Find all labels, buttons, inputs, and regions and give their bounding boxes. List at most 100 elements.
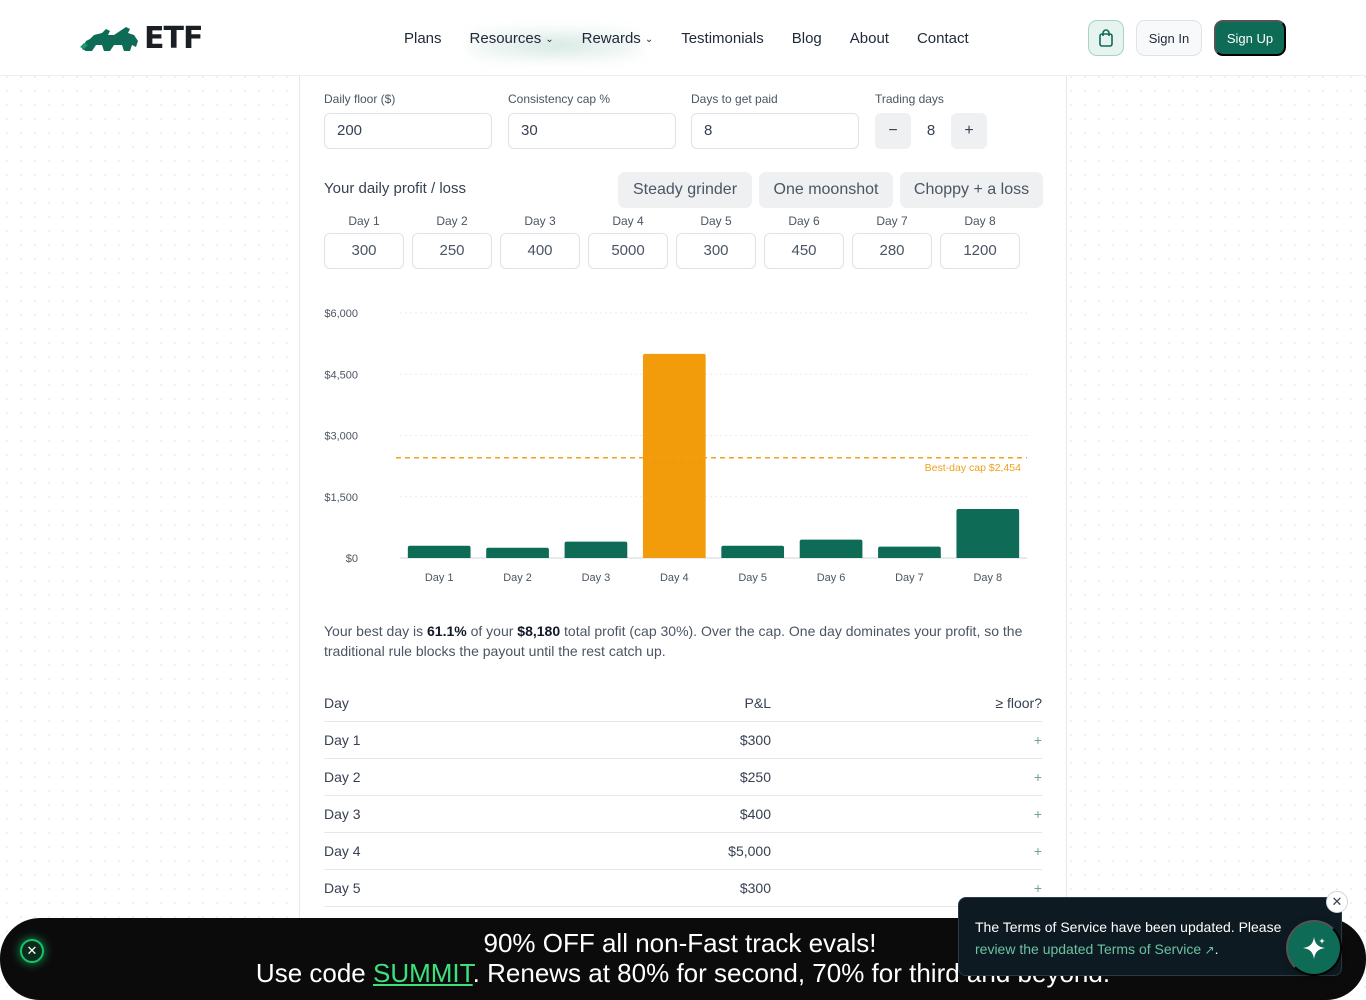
- x-tick-label: Day 7: [895, 572, 924, 584]
- header-floor: ≥ floor?: [995, 695, 1042, 711]
- x-tick-label: Day 3: [582, 572, 611, 584]
- trading-days-label: Trading days: [875, 92, 944, 106]
- chart-bar: [878, 546, 941, 558]
- toast-text: The Terms of Service have been updated. …: [975, 919, 1282, 935]
- external-link-icon: ↗: [1201, 943, 1215, 957]
- x-tick-label: Day 1: [425, 572, 454, 584]
- assistant-button[interactable]: [1286, 920, 1342, 976]
- day-label: Day 2: [436, 214, 468, 228]
- nav-link-rewards[interactable]: Rewards ⌄: [582, 30, 654, 47]
- header-pl: P&L: [744, 695, 771, 711]
- close-icon: ✕: [1331, 894, 1343, 909]
- nav-link-label: Plans: [404, 29, 442, 47]
- day-input-column: Day 6 450: [764, 214, 844, 269]
- day-input-column: Day 8 1200: [940, 214, 1020, 269]
- day-input-column: Day 4 5000: [588, 214, 668, 269]
- nav-link-resources[interactable]: Resources ⌄: [470, 30, 554, 47]
- day-label: Day 1: [348, 214, 380, 228]
- check-icon: +: [1033, 880, 1042, 896]
- preset-choppy-loss-button[interactable]: Choppy + a loss: [900, 172, 1043, 208]
- promo-code-link[interactable]: SUMMIT: [373, 958, 473, 988]
- y-tick-label: $0: [346, 553, 358, 565]
- consistency-cap-input[interactable]: 30: [508, 113, 676, 149]
- toast-close-button[interactable]: ✕: [1326, 891, 1348, 913]
- trading-days-field: Trading days − 8 +: [875, 92, 995, 149]
- row-pl: $300: [739, 732, 771, 748]
- profit-bar-chart: $0 $1,500 $3,000 $4,500 $6,000 Day 1 Day 2 Day …: [324, 308, 1027, 584]
- day-input-column: Day 7 280: [852, 214, 932, 269]
- y-tick-label: $3,000: [324, 431, 358, 443]
- nav-link-blog[interactable]: Blog: [792, 30, 822, 47]
- table-row: Day 2 $250 +: [324, 759, 1042, 796]
- days-to-get-paid-field: Days to get paid 8: [691, 92, 859, 149]
- trading-days-increment-button[interactable]: +: [951, 113, 987, 149]
- day-label: Day 6: [788, 214, 820, 228]
- toast-after: .: [1214, 941, 1219, 957]
- chart-bar: [642, 353, 706, 558]
- day-label: Day 7: [876, 214, 908, 228]
- day-profit-input[interactable]: 5000: [588, 233, 668, 269]
- calculator-card: Daily floor ($) 200 Consistency cap % 30…: [299, 76, 1067, 936]
- day-profit-input[interactable]: 280: [852, 233, 932, 269]
- summary-text: Your best day is 61.1% of your $8,180 to…: [324, 621, 1044, 661]
- nav-link-label: Resources: [469, 29, 542, 47]
- trading-days-decrement-button[interactable]: −: [875, 113, 911, 149]
- check-icon: +: [1033, 732, 1042, 748]
- top-nav: ETF Plans Resources ⌄ Rewards ⌄ Testimonia…: [0, 0, 1366, 76]
- best-day-percent: 61.1%: [427, 623, 467, 639]
- nav-links: Plans Resources ⌄ Rewards ⌄ Testimonials B…: [404, 0, 969, 76]
- shopping-bag-icon: [1099, 29, 1113, 47]
- row-pl: $400: [739, 806, 771, 822]
- nav-link-contact[interactable]: Contact: [917, 30, 969, 47]
- profit-chart: $0 $1,500 $3,000 $4,500 $6,000 Day 1 Day 2 Day …: [324, 296, 1044, 596]
- consistency-cap-label: Consistency cap %: [508, 92, 611, 106]
- chart-bar: [956, 509, 1020, 558]
- sign-up-button[interactable]: Sign Up: [1214, 20, 1286, 56]
- check-icon: +: [1033, 769, 1042, 785]
- check-icon: +: [1033, 843, 1042, 859]
- row-day: Day 3: [324, 806, 361, 822]
- terms-link[interactable]: review the updated Terms of Service: [975, 941, 1201, 957]
- chevron-down-icon: ⌄: [644, 33, 654, 45]
- day-label: Day 3: [524, 214, 556, 228]
- chevron-down-icon: ⌄: [545, 33, 554, 45]
- nav-link-plans[interactable]: Plans: [404, 30, 442, 47]
- logo-text: ETF: [144, 20, 203, 56]
- trading-days-value: 8: [926, 122, 936, 139]
- nav-link-about[interactable]: About: [850, 30, 889, 47]
- sparkle-icon: [1303, 937, 1325, 959]
- day-profit-input[interactable]: 300: [676, 233, 756, 269]
- day-profit-input[interactable]: 1200: [940, 233, 1020, 269]
- daily-profit-label: Your daily profit / loss: [324, 180, 467, 197]
- summary-middle: of your: [466, 623, 518, 639]
- row-pl: $300: [739, 880, 771, 896]
- table-header: Day P&L ≥ floor?: [324, 685, 1042, 722]
- day-profit-input[interactable]: 400: [500, 233, 580, 269]
- cart-button[interactable]: [1088, 20, 1124, 56]
- table-row: Day 1 $300 +: [324, 722, 1042, 759]
- sign-in-button[interactable]: Sign In: [1136, 20, 1202, 56]
- table-row: Day 3 $400 +: [324, 796, 1042, 833]
- day-profit-input[interactable]: 250: [412, 233, 492, 269]
- y-tick-label: $6,000: [324, 308, 358, 320]
- preset-steady-grinder-button[interactable]: Steady grinder: [618, 172, 752, 208]
- days-to-get-paid-input[interactable]: 8: [691, 113, 859, 149]
- day-input-column: Day 5 300: [676, 214, 756, 269]
- table-row: Day 4 $5,000 +: [324, 833, 1042, 870]
- bull-bear-logo-icon: [80, 27, 138, 51]
- x-tick-label: Day 8: [973, 572, 1002, 584]
- day-input-column: Day 1 300: [324, 214, 404, 269]
- promo-prefix: Use code: [255, 958, 373, 988]
- logo[interactable]: ETF: [80, 20, 203, 56]
- day-profit-input[interactable]: 300: [324, 233, 404, 269]
- daily-floor-input[interactable]: 200: [324, 113, 492, 149]
- header-day: Day: [324, 695, 349, 711]
- day-input-column: Day 2 250: [412, 214, 492, 269]
- preset-one-moonshot-button[interactable]: One moonshot: [759, 172, 893, 208]
- nav-link-testimonials[interactable]: Testimonials: [681, 30, 764, 47]
- day-profit-input[interactable]: 450: [764, 233, 844, 269]
- chart-bar: [564, 541, 628, 558]
- day-label: Day 8: [964, 214, 996, 228]
- row-day: Day 1: [324, 732, 361, 748]
- row-pl: $250: [739, 769, 771, 785]
